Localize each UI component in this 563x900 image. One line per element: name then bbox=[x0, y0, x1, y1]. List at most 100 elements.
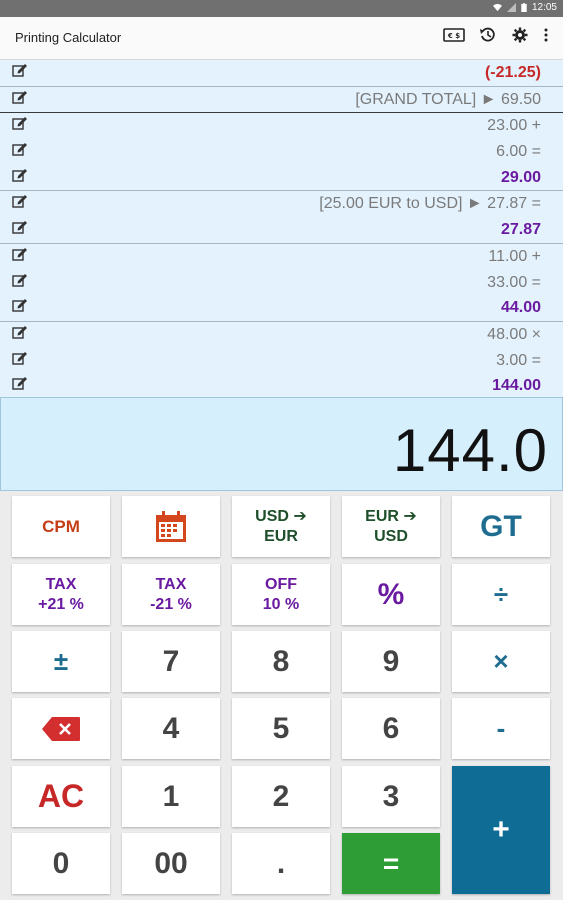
digit-9-button[interactable]: 9 bbox=[342, 631, 440, 692]
plus-minus-button[interactable]: ± bbox=[12, 631, 110, 692]
eur-usd-line2: USD bbox=[374, 527, 408, 545]
cpm-label: CPM bbox=[42, 516, 80, 536]
digit-6-button[interactable]: 6 bbox=[342, 698, 440, 759]
digit-2-label: 2 bbox=[272, 779, 290, 813]
status-time: 12:05 bbox=[531, 2, 557, 13]
tape-row: 11.00 + bbox=[0, 242, 563, 270]
digit-4-button[interactable]: 4 bbox=[122, 698, 220, 759]
backspace-button[interactable] bbox=[12, 698, 110, 759]
tape-entry-text: [25.00 EUR to USD] ► 27.87 = bbox=[319, 195, 541, 213]
edit-icon[interactable] bbox=[12, 247, 28, 261]
digit-0-button[interactable]: 0 bbox=[12, 833, 110, 894]
tape-row: [GRAND TOTAL] ► 69.50 bbox=[0, 85, 563, 113]
edit-icon[interactable] bbox=[12, 116, 28, 131]
double-zero-button[interactable]: 00 bbox=[122, 833, 220, 894]
tape-row: 44.00 bbox=[0, 295, 563, 321]
usd-to-eur-button[interactable]: USD ➔ EUR bbox=[232, 496, 330, 557]
calendar-button[interactable] bbox=[122, 496, 220, 557]
tape-entry-text: 27.87 bbox=[500, 221, 541, 239]
equals-label: = bbox=[382, 847, 400, 879]
tape-entry-text: 48.00 × bbox=[487, 325, 541, 343]
tape-row: 23.00 + bbox=[0, 112, 563, 139]
cpm-button[interactable]: CPM bbox=[12, 496, 110, 557]
divide-button[interactable]: ÷ bbox=[452, 564, 550, 625]
tape-row: 27.87 bbox=[0, 217, 563, 243]
tape-entry-text: 33.00 = bbox=[487, 273, 541, 291]
tape-entry-text: 29.00 bbox=[500, 168, 541, 186]
digit-1-label: 1 bbox=[162, 779, 180, 813]
paper-tape[interactable]: (-21.25) [GRAND TOTAL] ► 69.50 23.00 + 6.00… bbox=[0, 60, 563, 397]
currency-icon[interactable]: € $ bbox=[443, 27, 465, 43]
digit-2-button[interactable]: 2 bbox=[232, 766, 330, 827]
digit-8-label: 8 bbox=[272, 644, 290, 678]
edit-icon[interactable] bbox=[12, 63, 28, 77]
tape-entry-text: 6.00 = bbox=[496, 143, 541, 161]
double-zero-label: 00 bbox=[154, 846, 188, 880]
digit-9-label: 9 bbox=[382, 644, 400, 678]
tape-entry-text: 11.00 + bbox=[488, 247, 541, 265]
digit-7-label: 7 bbox=[162, 644, 180, 678]
edit-icon[interactable] bbox=[12, 376, 28, 390]
edit-icon[interactable] bbox=[12, 90, 28, 104]
edit-icon[interactable] bbox=[12, 220, 28, 234]
decimal-button[interactable]: . bbox=[232, 833, 330, 894]
multiply-label: × bbox=[493, 646, 509, 676]
digit-4-label: 4 bbox=[162, 711, 180, 745]
plus-minus-label: ± bbox=[53, 646, 69, 676]
minus-label: - bbox=[496, 713, 506, 743]
tape-row: 6.00 = bbox=[0, 139, 563, 165]
eur-to-usd-button[interactable]: EUR ➔ USD bbox=[342, 496, 440, 557]
calendar-icon bbox=[156, 510, 186, 542]
minus-button[interactable]: - bbox=[452, 698, 550, 759]
tax-minus-button[interactable]: TAX -21 % bbox=[122, 564, 220, 625]
ac-label: AC bbox=[37, 778, 85, 814]
digit-5-label: 5 bbox=[272, 711, 290, 745]
tax-minus-line1: TAX bbox=[155, 575, 187, 593]
eur-usd-line1: EUR ➔ bbox=[365, 507, 417, 525]
tax-minus-line2: -21 % bbox=[150, 595, 192, 613]
tape-entry-text: 44.00 bbox=[500, 299, 541, 317]
edit-icon[interactable] bbox=[12, 194, 28, 209]
all-clear-button[interactable]: AC bbox=[12, 766, 110, 827]
tape-entry-text: 23.00 + bbox=[487, 117, 541, 135]
usd-eur-line1: USD ➔ bbox=[255, 507, 307, 525]
plus-button[interactable]: + bbox=[452, 766, 550, 894]
digit-0-label: 0 bbox=[52, 846, 70, 880]
settings-icon[interactable] bbox=[511, 26, 529, 44]
more-icon[interactable] bbox=[543, 27, 549, 43]
multiply-button[interactable]: × bbox=[452, 631, 550, 692]
usd-eur-line2: EUR bbox=[264, 527, 298, 545]
tax-plus-button[interactable]: TAX +21 % bbox=[12, 564, 110, 625]
tape-row: 29.00 bbox=[0, 165, 563, 191]
edit-icon[interactable] bbox=[12, 142, 28, 156]
gt-label: GT bbox=[480, 509, 522, 543]
edit-icon[interactable] bbox=[12, 168, 28, 182]
edit-icon[interactable] bbox=[12, 273, 28, 287]
history-icon[interactable] bbox=[479, 26, 497, 44]
digit-1-button[interactable]: 1 bbox=[122, 766, 220, 827]
tape-row: 144.00 bbox=[0, 373, 563, 397]
digit-5-button[interactable]: 5 bbox=[232, 698, 330, 759]
digit-8-button[interactable]: 8 bbox=[232, 631, 330, 692]
signal-icon bbox=[506, 3, 516, 12]
display-value: 144.0 bbox=[392, 417, 548, 484]
tape-entry-text: 3.00 = bbox=[496, 351, 541, 369]
grand-total-button[interactable]: GT bbox=[452, 496, 550, 557]
digit-3-label: 3 bbox=[382, 779, 400, 813]
digit-7-button[interactable]: 7 bbox=[122, 631, 220, 692]
edit-icon[interactable] bbox=[12, 351, 28, 365]
keypad: CPM USD ➔ EUR EUR ➔ USD GT TAX +21 % TAX -21… bbox=[0, 490, 563, 900]
edit-icon[interactable] bbox=[12, 298, 28, 312]
tape-entry-text: [GRAND TOTAL] ► 69.50 bbox=[355, 90, 541, 108]
backspace-icon bbox=[42, 716, 80, 741]
tax-plus-line1: TAX bbox=[45, 575, 77, 593]
tape-row: (-21.25) bbox=[0, 60, 563, 86]
svg-text:€ $: € $ bbox=[447, 32, 460, 40]
edit-icon[interactable] bbox=[12, 325, 28, 339]
percent-button[interactable]: % bbox=[342, 564, 440, 625]
tape-entry-text: 144.00 bbox=[492, 377, 541, 395]
digit-3-button[interactable]: 3 bbox=[342, 766, 440, 827]
discount-button[interactable]: OFF 10 % bbox=[232, 564, 330, 625]
tape-row: 3.00 = bbox=[0, 348, 563, 374]
equals-button[interactable]: = bbox=[342, 833, 440, 894]
